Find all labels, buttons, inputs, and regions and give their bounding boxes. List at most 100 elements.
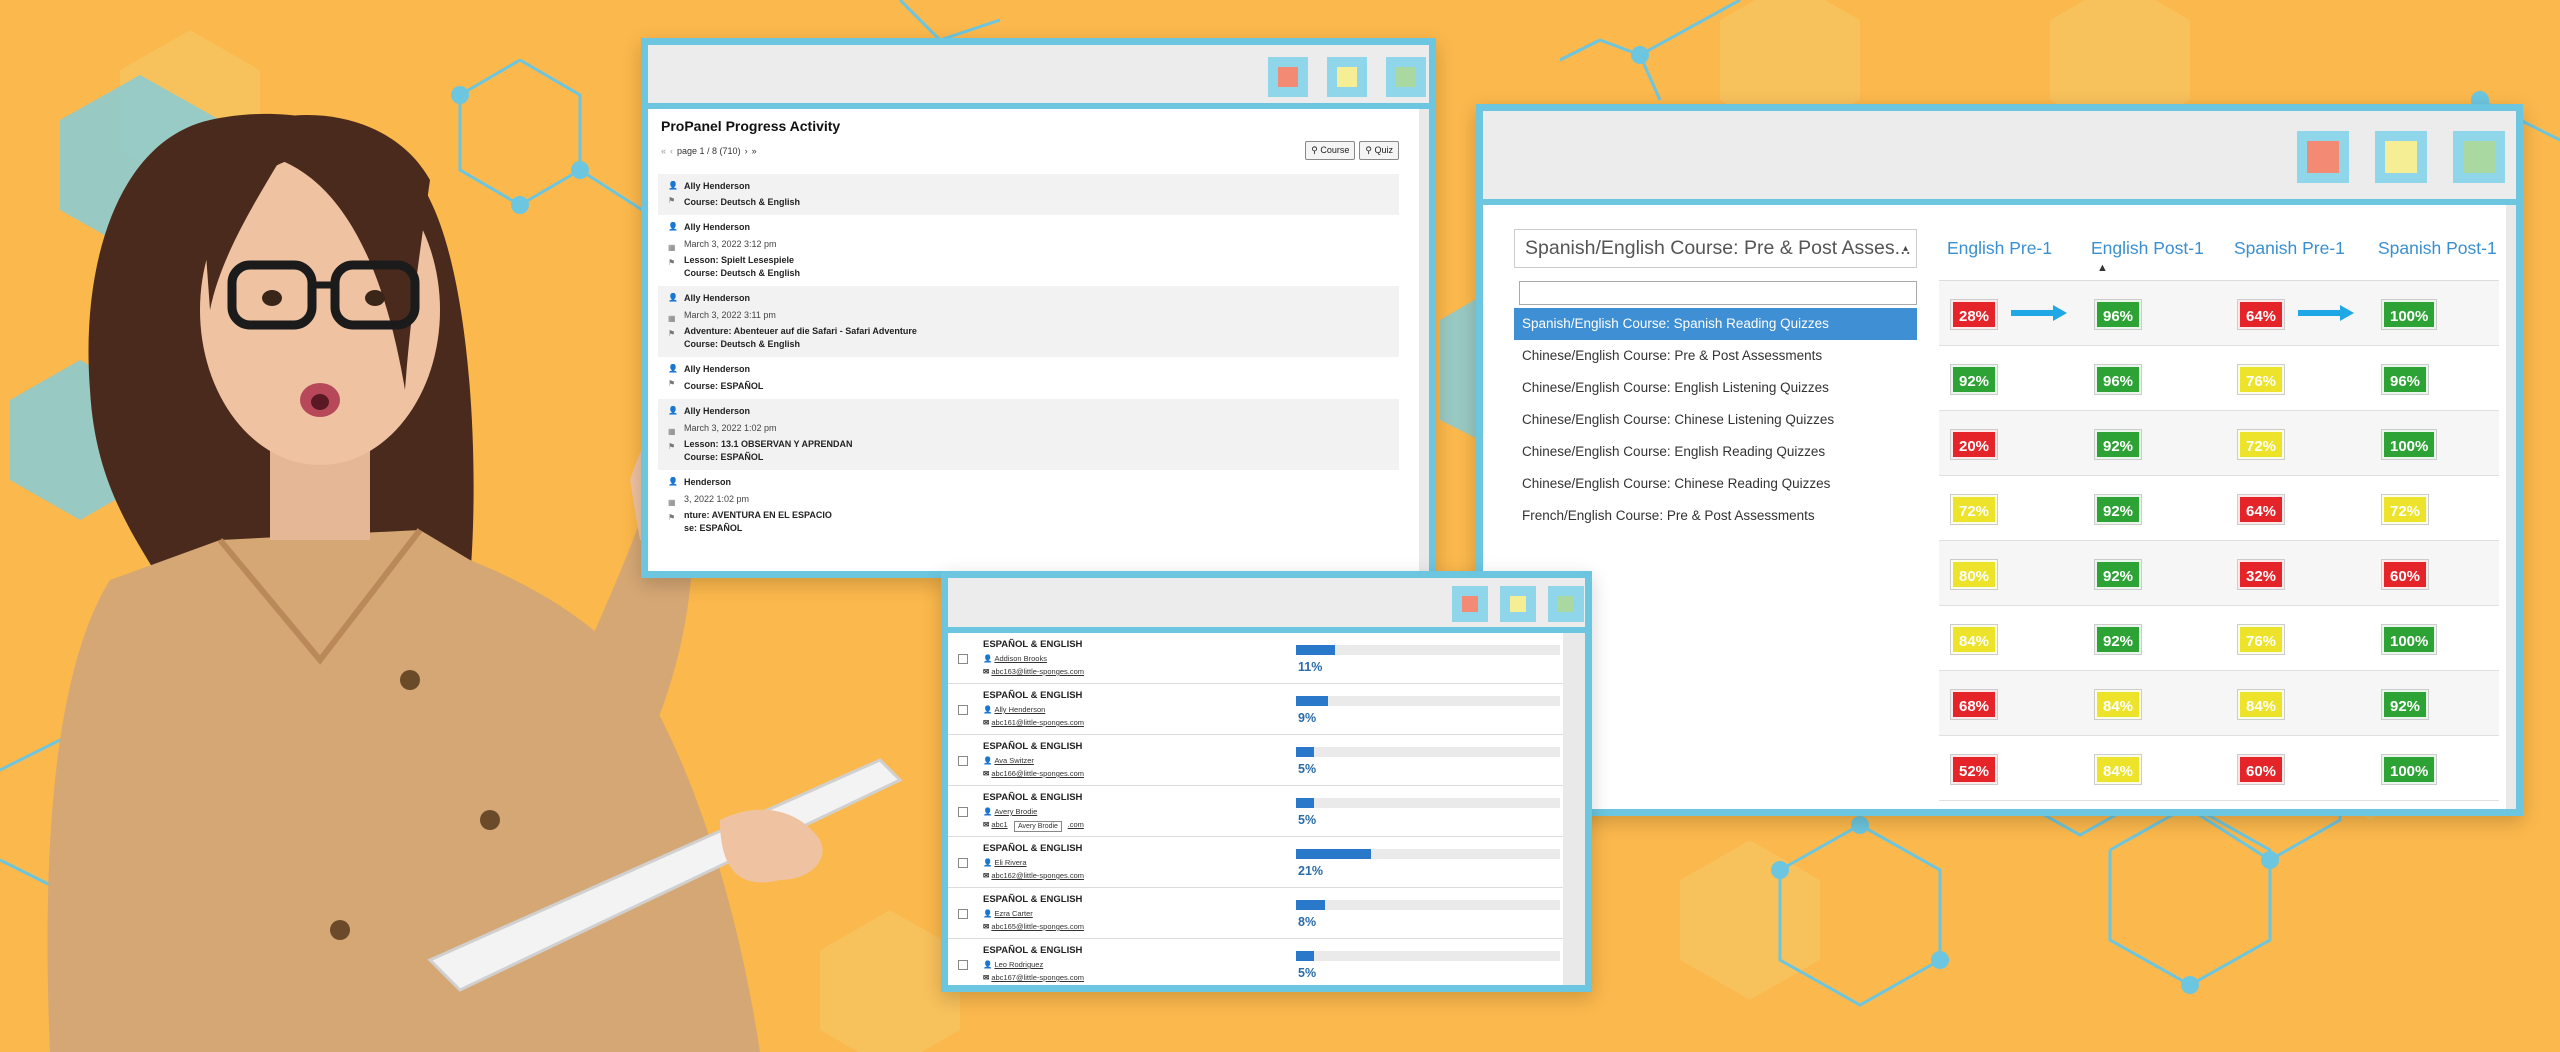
window-close-button[interactable] — [2297, 131, 2349, 183]
activity-user[interactable]: Ally Henderson — [684, 363, 1391, 376]
course-search-input[interactable] — [1519, 281, 1917, 305]
row-checkbox[interactable] — [958, 705, 968, 715]
course-select[interactable]: Spanish/English Course: Pre & Post Asses… — [1514, 229, 1917, 268]
user-name[interactable]: Addison Brooks — [994, 654, 1047, 663]
window-minimize-button[interactable] — [1500, 586, 1536, 622]
user-link[interactable]: 👤 Ezra Carter — [983, 909, 1033, 918]
course-name[interactable]: ESPAÑOL & ENGLISH — [983, 639, 1082, 650]
course-option[interactable]: Chinese/English Course: Pre & Post Asses… — [1514, 340, 1917, 372]
window-minimize-button[interactable] — [1327, 57, 1367, 97]
sort-asc-icon[interactable]: ▲ — [2097, 262, 2108, 274]
user-link[interactable]: 👤 Leo Rodriguez — [983, 960, 1043, 969]
course-option[interactable]: Chinese/English Course: English Reading … — [1514, 436, 1917, 468]
first-page-icon[interactable]: « — [661, 146, 666, 156]
course-option[interactable]: Chinese/English Course: Chinese Reading … — [1514, 468, 1917, 500]
window-close-button[interactable] — [1452, 586, 1488, 622]
email-address[interactable]: abc162@little-sponges.com — [991, 871, 1084, 880]
activity-item[interactable]: 👤 Ally Henderson ⚑ Course: Deutsch & Englis… — [658, 174, 1399, 216]
email-address[interactable]: abc165@little-sponges.com — [991, 922, 1084, 931]
row-checkbox[interactable] — [958, 756, 968, 766]
activity-user[interactable]: Ally Henderson — [684, 405, 1391, 418]
user-link[interactable]: 👤 Ally Henderson — [983, 705, 1045, 714]
email-address[interactable]: abc1 — [991, 820, 1007, 829]
email-link[interactable]: ✉ abc163@little-sponges.com — [983, 667, 1084, 676]
column-header[interactable]: Spanish Post-1 — [2378, 238, 2497, 259]
activity-detail[interactable]: se: ESPAÑOL — [684, 522, 1391, 535]
course-option[interactable]: Chinese/English Course: Chinese Listenin… — [1514, 404, 1917, 436]
user-name[interactable]: Ezra Carter — [994, 909, 1032, 918]
user-link[interactable]: 👤 Addison Brooks — [983, 654, 1047, 663]
user-link[interactable]: 👤 Ava Switzer — [983, 756, 1034, 765]
activity-detail[interactable]: Course: ESPAÑOL — [684, 451, 1391, 464]
activity-item[interactable]: 👤 Ally Henderson ▦ March 3, 2022 3:11 pm ⚑ Ad… — [658, 286, 1399, 358]
score-row: 68% 84% 84% 92% — [1939, 671, 2499, 736]
activity-item[interactable]: 👤 Ally Henderson ⚑ Course: ESPAÑOL — [658, 357, 1399, 398]
activity-detail[interactable]: Course: Deutsch & English — [684, 267, 1391, 280]
activity-user[interactable]: Ally Henderson — [684, 180, 1391, 193]
column-header[interactable]: English Post-1 — [2091, 238, 2204, 259]
row-checkbox[interactable] — [958, 909, 968, 919]
window-maximize-button[interactable] — [1548, 586, 1584, 622]
activity-item[interactable]: 👤 Ally Henderson ▦ March 3, 2022 3:12 pm ⚑ Le… — [658, 215, 1399, 286]
user-name[interactable]: Leo Rodriguez — [994, 960, 1043, 969]
activity-detail[interactable]: nture: AVENTURA EN EL ESPACIO — [684, 509, 1391, 522]
activity-user[interactable]: Ally Henderson — [684, 292, 1391, 305]
course-name[interactable]: ESPAÑOL & ENGLISH — [983, 792, 1082, 803]
window-maximize-button[interactable] — [2453, 131, 2505, 183]
course-name[interactable]: ESPAÑOL & ENGLISH — [983, 690, 1082, 701]
activity-detail[interactable]: Course: ESPAÑOL — [684, 380, 1391, 393]
user-name[interactable]: Avery Brodie — [994, 807, 1037, 816]
user-name[interactable]: Ally Henderson — [994, 705, 1045, 714]
activity-user[interactable]: Ally Henderson — [684, 221, 1391, 234]
last-page-icon[interactable]: » — [752, 146, 757, 156]
row-checkbox[interactable] — [958, 960, 968, 970]
activity-detail[interactable]: Course: Deutsch & English — [684, 196, 1391, 209]
page-indicator: page 1 / 8 (710) — [677, 146, 741, 156]
user-name[interactable]: Ava Switzer — [994, 756, 1033, 765]
course-name[interactable]: ESPAÑOL & ENGLISH — [983, 894, 1082, 905]
email-link[interactable]: ✉ abc167@little-sponges.com — [983, 973, 1084, 982]
email-link[interactable]: ✉ abc162@little-sponges.com — [983, 871, 1084, 880]
score-badge: 92% — [1949, 364, 1999, 395]
prev-page-icon[interactable]: ‹ — [670, 146, 673, 156]
column-header[interactable]: Spanish Pre-1 — [2234, 238, 2345, 259]
activity-user[interactable]: Henderson — [684, 476, 1391, 489]
filter-quiz-button[interactable]: ⚲ Quiz — [1359, 141, 1399, 160]
score-badge: 92% — [2380, 689, 2430, 720]
activity-detail[interactable]: Lesson: Spielt Lesespiele — [684, 254, 1391, 267]
activity-item[interactable]: 👤 Henderson ▦ 3, 2022 1:02 pm ⚑ nture: AVENTU… — [658, 470, 1399, 541]
next-page-icon[interactable]: › — [745, 146, 748, 156]
course-option[interactable]: Chinese/English Course: English Listenin… — [1514, 372, 1917, 404]
email-address[interactable]: abc163@little-sponges.com — [991, 667, 1084, 676]
window-close-button[interactable] — [1268, 57, 1308, 97]
user-link[interactable]: 👤 Eli Rivera — [983, 858, 1027, 867]
email-link[interactable]: ✉ abc161@little-sponges.com — [983, 718, 1084, 727]
course-option[interactable]: Spanish/English Course: Spanish Reading … — [1514, 308, 1917, 340]
activity-item[interactable]: 👤 Ally Henderson ▦ March 3, 2022 1:02 pm ⚑ Le… — [658, 398, 1399, 470]
email-address-tail[interactable]: .com — [1068, 820, 1084, 829]
row-checkbox[interactable] — [958, 858, 968, 868]
window-minimize-button[interactable] — [2375, 131, 2427, 183]
user-name[interactable]: Eli Rivera — [994, 858, 1026, 867]
course-name[interactable]: ESPAÑOL & ENGLISH — [983, 843, 1082, 854]
calendar-icon: ▦ — [668, 243, 676, 253]
window-maximize-button[interactable] — [1386, 57, 1426, 97]
row-checkbox[interactable] — [958, 654, 968, 664]
email-link[interactable]: ✉ abc165@little-sponges.com — [983, 922, 1084, 931]
course-option[interactable]: French/English Course: Pre & Post Assess… — [1514, 500, 1917, 532]
activity-detail[interactable]: Lesson: 13.1 OBSERVAN Y APRENDAN — [684, 438, 1391, 451]
score-badge: 20% — [1949, 429, 1999, 460]
user-link[interactable]: 👤 Avery Brodie — [983, 807, 1037, 816]
course-name[interactable]: ESPAÑOL & ENGLISH — [983, 741, 1082, 752]
email-address[interactable]: abc161@little-sponges.com — [991, 718, 1084, 727]
activity-detail[interactable]: Adventure: Abenteuer auf die Safari - Sa… — [684, 325, 1391, 338]
email-address[interactable]: abc166@little-sponges.com — [991, 769, 1084, 778]
filter-course-button[interactable]: ⚲ Course — [1305, 141, 1356, 160]
course-name[interactable]: ESPAÑOL & ENGLISH — [983, 945, 1082, 956]
email-address[interactable]: abc167@little-sponges.com — [991, 973, 1084, 982]
email-link[interactable]: ✉ abc166@little-sponges.com — [983, 769, 1084, 778]
progress-bar — [1296, 951, 1560, 961]
row-checkbox[interactable] — [958, 807, 968, 817]
activity-detail[interactable]: Course: Deutsch & English — [684, 338, 1391, 351]
column-header[interactable]: English Pre-1 — [1947, 238, 2052, 259]
